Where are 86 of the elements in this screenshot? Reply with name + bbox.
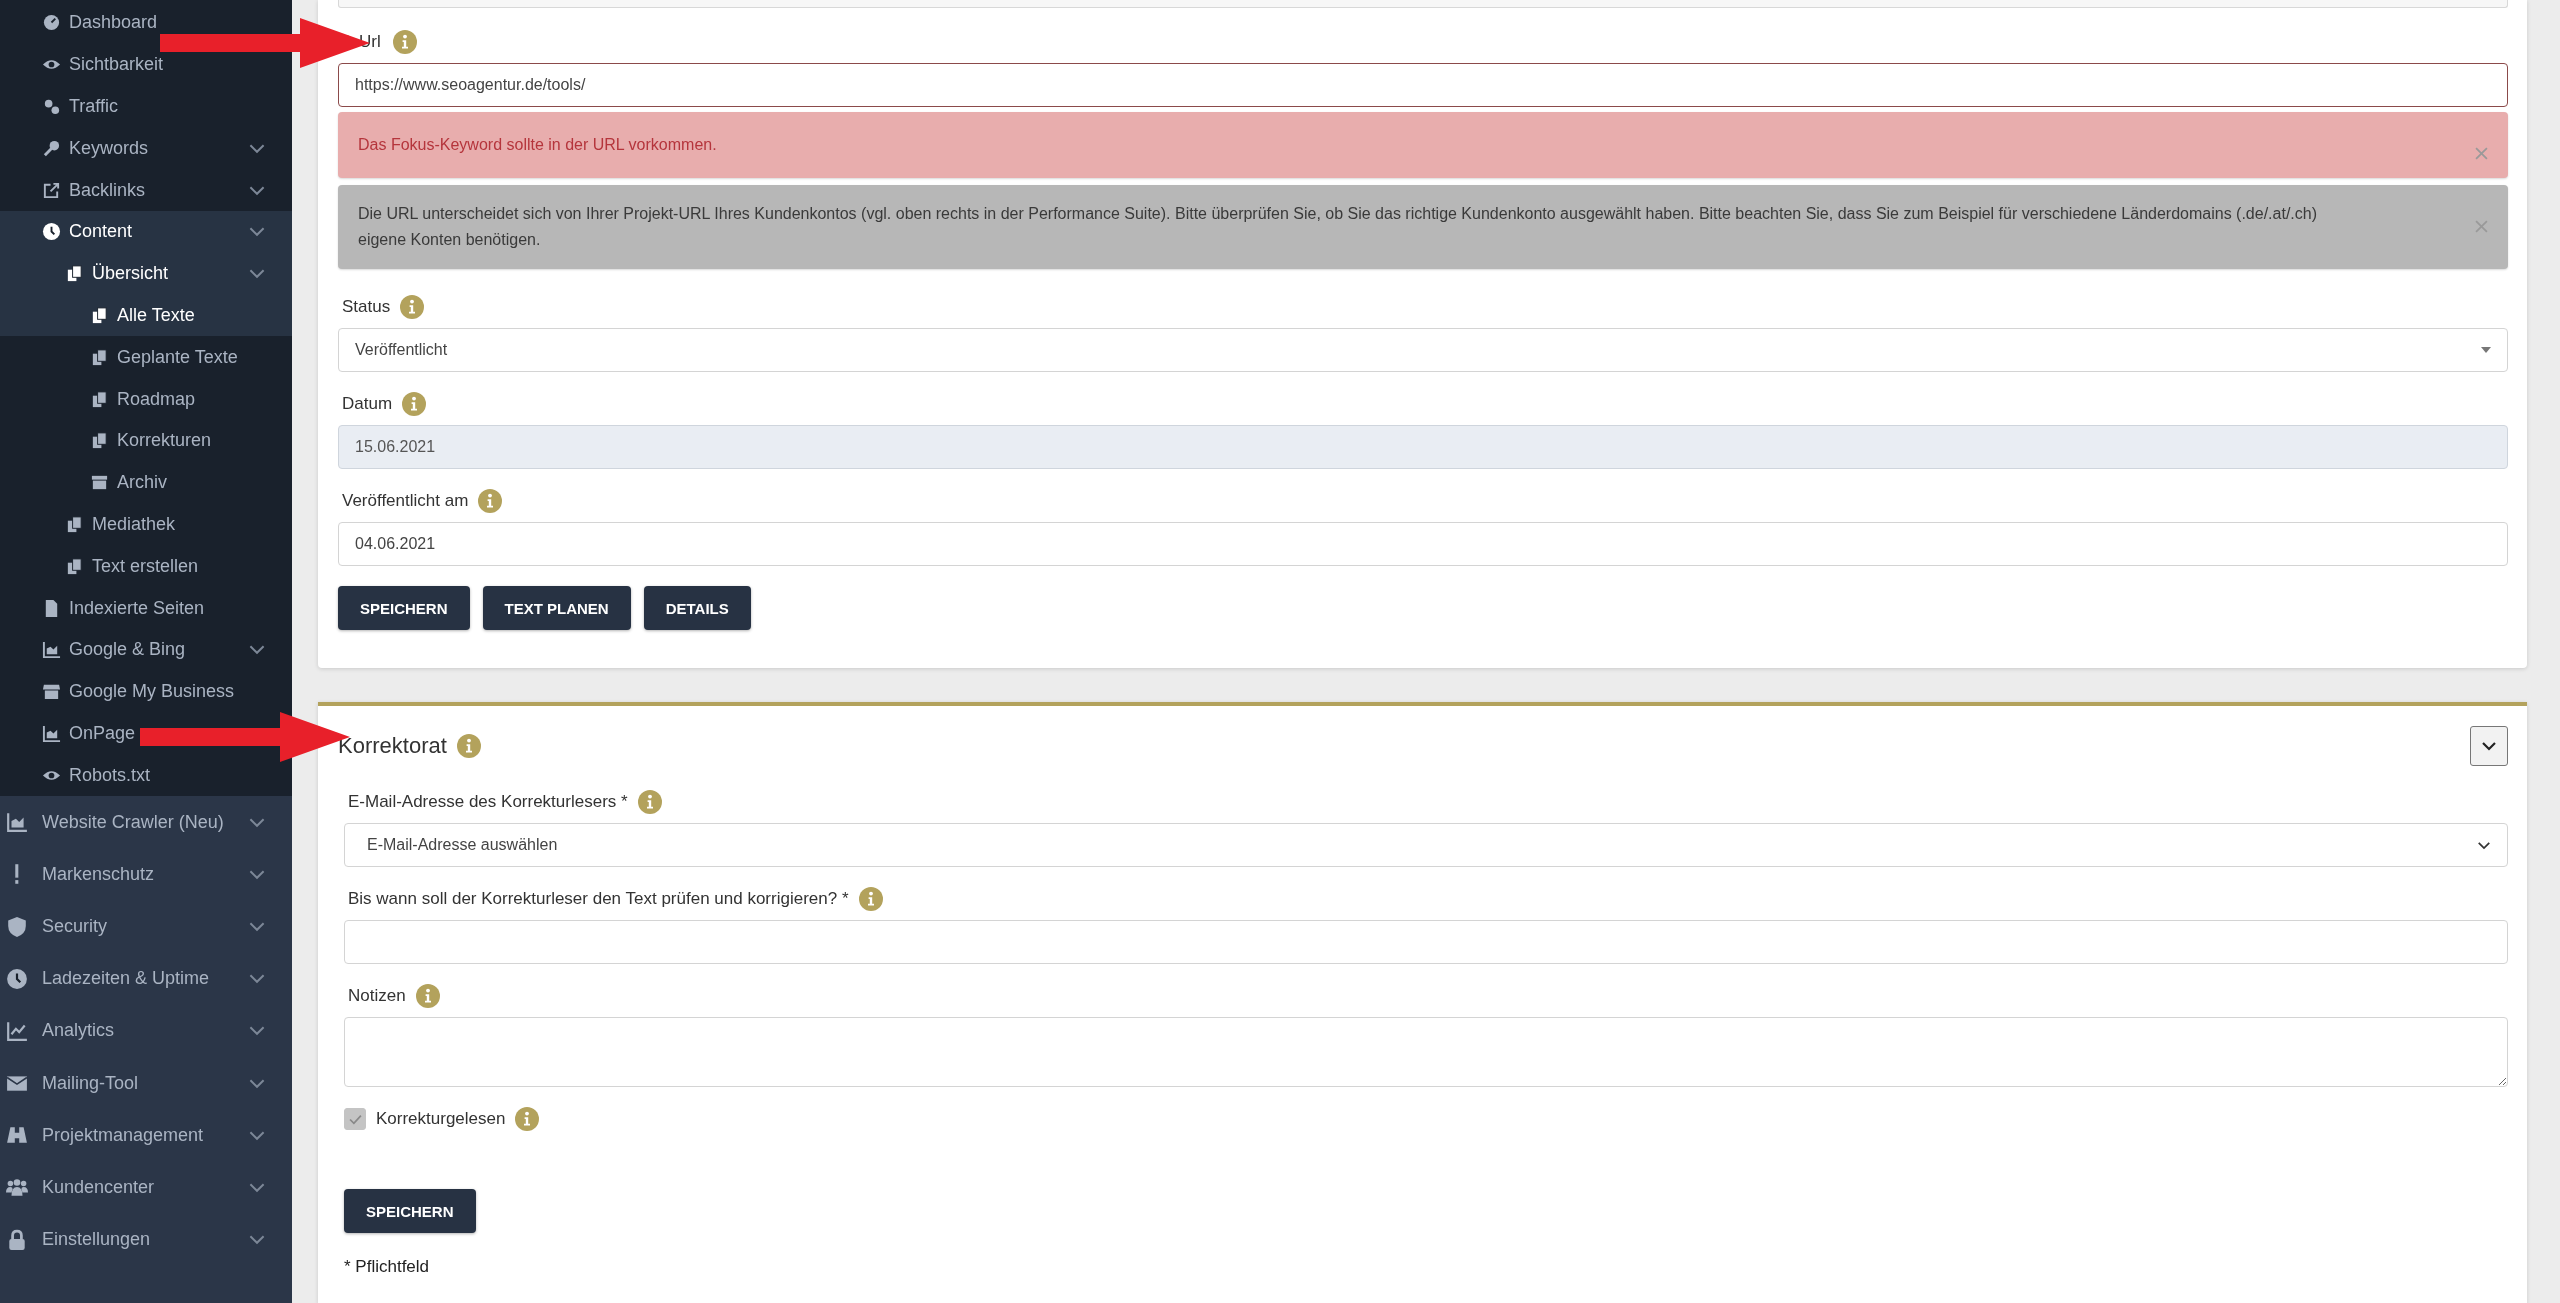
check-icon [348, 1113, 362, 1125]
field-label: Bis wann soll der Korrekturleser den Text prüfen und korrigieren? * [348, 889, 849, 909]
info-icon[interactable] [515, 1107, 540, 1131]
sidebar-item[interactable]: Indexierte Seiten [0, 587, 209, 629]
checkbox-label: Korrekturgelesen [376, 1109, 506, 1129]
gauge-icon [42, 13, 61, 33]
exclamation-icon [14, 863, 19, 886]
url-field[interactable]: https://www.seoagentur.de/tools/ [338, 63, 2508, 107]
field-label: Datum [342, 394, 393, 414]
deadline-field[interactable] [344, 920, 2508, 964]
close-icon[interactable] [2475, 147, 2488, 160]
sidebar-item[interactable]: Übersicht [0, 252, 292, 295]
copy-icon [90, 389, 109, 409]
linechart-icon [6, 1020, 28, 1042]
collapse-button[interactable] [2470, 726, 2508, 766]
copy-icon [90, 347, 109, 367]
sidebar-item[interactable]: Archiv [0, 461, 171, 504]
sidebar-item[interactable]: Mediathek [0, 503, 180, 546]
field-label: E-Mail-Adresse des Korrekturlesers * [348, 792, 628, 812]
copy-icon [65, 514, 84, 534]
field-label: Status [342, 297, 391, 317]
copy-icon [90, 305, 109, 325]
status-select[interactable]: Veröffentlicht [338, 328, 2508, 372]
sidebar-item[interactable]: OnPage [0, 712, 140, 755]
alert-message: Das Fokus-Keyword sollte in der URL vorkommen. [358, 135, 717, 155]
date-field[interactable]: 04.06.2021 [338, 522, 2508, 566]
info-icon[interactable] [858, 887, 883, 911]
clock-icon [42, 222, 61, 242]
sidebar-item[interactable]: Traffic [0, 85, 122, 128]
sidebar-item[interactable]: Website Crawler (Neu) [0, 796, 292, 849]
action-button[interactable]: SPEICHERN [338, 586, 470, 630]
close-icon[interactable] [2475, 219, 2488, 233]
sidebar-item[interactable]: Alle Texte [0, 294, 292, 337]
sidebar-item[interactable]: Content [0, 211, 292, 253]
areachart-icon [42, 640, 61, 660]
required-note: * Pflichtfeld [344, 1257, 431, 1277]
sidebar-item[interactable]: Sichtbarkeit [0, 43, 168, 86]
notes-textarea[interactable] [344, 1017, 2508, 1087]
areachart-icon [6, 811, 28, 834]
action-button[interactable]: DETAILS [643, 586, 751, 630]
info-icon[interactable] [637, 790, 662, 814]
copy-icon [65, 556, 84, 576]
info-icon[interactable] [478, 489, 503, 513]
sidebar-item[interactable]: Korrekturen [0, 419, 216, 462]
clock-icon [6, 967, 28, 990]
users-icon [6, 1176, 28, 1199]
info-icon[interactable] [392, 30, 417, 54]
action-button[interactable]: TEXT PLANEN [482, 586, 631, 630]
external-icon [42, 180, 61, 200]
sidebar-item[interactable]: Einstellungen [0, 1213, 292, 1266]
email-select[interactable]: E-Mail-Adresse auswählen [344, 823, 2508, 867]
section-title: Korrektorat [338, 733, 447, 759]
chevron-down-icon [2477, 840, 2491, 850]
sidebar-item[interactable]: Kundencenter [0, 1161, 292, 1214]
shield-icon [6, 915, 28, 938]
sidebar-item[interactable]: Security [0, 900, 292, 953]
alert-message: Die URL unterscheidet sich von Ihrer Projekt-URL Ihres Kundenkontos (vgl. oben rechts in der Performance Suite). Bitte überprüfen Sie, ob Sie das richtige Kundenkonto ausgewählt haben. Bitte beachten Sie, dass Sie zum Beispiel für verschiedene Länderdomains (.de/.at/.ch) eigene Konten benötigen. [358, 204, 2318, 250]
sidebar-item[interactable]: Text erstellen [0, 545, 203, 588]
sidebar-item[interactable]: Roadmap [0, 378, 200, 420]
store-icon [42, 682, 61, 702]
info-icon[interactable] [402, 392, 427, 416]
copy-icon [65, 264, 84, 284]
areachart-icon [42, 723, 61, 743]
sidebar-item[interactable]: Mailing-Tool [0, 1057, 292, 1110]
sidebar-item[interactable]: Projektmanagement [0, 1109, 292, 1162]
sidebar-item[interactable]: Keywords [0, 127, 292, 170]
save-button[interactable]: SPEICHERN [344, 1189, 476, 1233]
sidebar-item[interactable]: Robots.txt [0, 754, 155, 797]
sidebar-item[interactable]: Google & Bing [0, 628, 292, 671]
caret-icon [2481, 347, 2491, 353]
lock-icon [6, 1228, 28, 1251]
sidebar-item[interactable]: Dashboard [0, 2, 162, 44]
key-icon [42, 138, 61, 158]
field-label: Notizen [348, 986, 406, 1006]
sidebar-item[interactable]: Geplante Texte [0, 336, 242, 379]
sidebar-item[interactable]: Analytics [0, 1004, 292, 1058]
info-icon[interactable] [415, 984, 440, 1008]
sidebar-item[interactable]: Ladezeiten & Uptime [0, 952, 292, 1005]
field-label: Veröffentlicht am [342, 491, 469, 511]
sidebar-item[interactable]: Backlinks [0, 169, 292, 211]
info-icon[interactable] [456, 734, 481, 758]
sidebar-item[interactable]: Markenschutz [0, 848, 292, 901]
info-icon[interactable] [400, 295, 425, 319]
copy-icon [90, 431, 109, 451]
sidebar-item[interactable]: Google My Business [0, 670, 239, 713]
chevron-down-icon [2481, 741, 2497, 751]
